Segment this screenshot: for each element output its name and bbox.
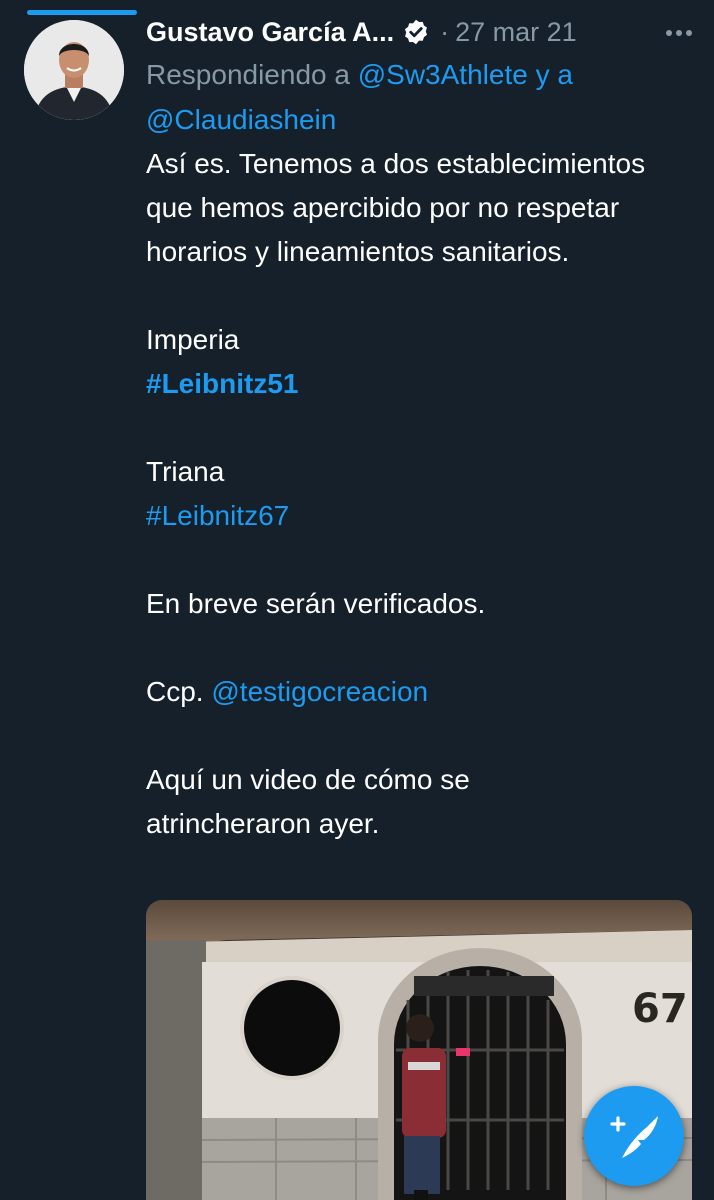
hashtag-link-2[interactable]: #Leibnitz67 bbox=[146, 500, 289, 531]
reply-mention-2[interactable]: @Claudiashein bbox=[146, 104, 336, 135]
hashtag-link-1[interactable]: #Leibnitz51 bbox=[146, 368, 298, 399]
venue-2-name: Triana bbox=[146, 456, 225, 487]
tweet-body: Así es. Tenemos a dos establecimientos q… bbox=[146, 142, 694, 846]
ccp-prefix: Ccp. bbox=[146, 676, 204, 707]
tweet-paragraph: Así es. Tenemos a dos establecimientos q… bbox=[146, 148, 646, 267]
compose-tweet-icon bbox=[610, 1116, 658, 1158]
reply-joiner[interactable]: y a bbox=[536, 59, 573, 90]
author-name[interactable]: Gustavo García A... bbox=[146, 17, 394, 48]
video-paragraph: Aquí un video de cómo se atrincheraron a… bbox=[146, 764, 470, 839]
header-separator: · bbox=[440, 16, 450, 47]
replying-prefix: Respondiendo a bbox=[146, 59, 350, 90]
venue-1-name: Imperia bbox=[146, 324, 240, 355]
more-options-icon[interactable] bbox=[664, 24, 694, 42]
house-number-sign: 67 bbox=[632, 986, 688, 1032]
compose-tweet-button[interactable] bbox=[584, 1086, 684, 1186]
verified-badge-icon bbox=[405, 19, 428, 45]
reply-mention-1[interactable]: @Sw3Athlete bbox=[358, 59, 528, 90]
tweet-date[interactable]: 27 mar 21 bbox=[455, 17, 577, 48]
verify-paragraph: En breve serán verificados. bbox=[146, 588, 486, 619]
avatar-image bbox=[24, 20, 124, 120]
tab-indicator bbox=[27, 10, 137, 15]
replying-to: Respondiendo a @Sw3Athlete y a @Claudias… bbox=[146, 52, 694, 142]
tweet[interactable]: Gustavo García A... · 27 mar 21 Respondi… bbox=[146, 14, 694, 846]
avatar[interactable] bbox=[24, 20, 124, 120]
ccp-mention[interactable]: @testigocreacion bbox=[211, 676, 428, 707]
tweet-header: Gustavo García A... · 27 mar 21 bbox=[146, 14, 694, 50]
